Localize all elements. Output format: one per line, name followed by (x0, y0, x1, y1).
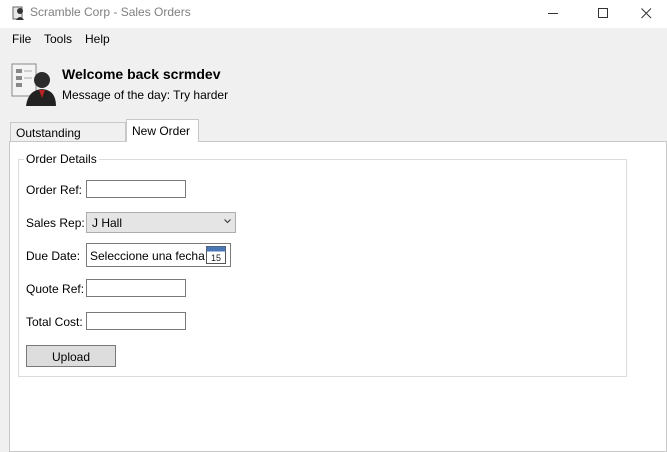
total-cost-input[interactable] (86, 312, 186, 330)
title-bar: Scramble Corp - Sales Orders (0, 0, 667, 26)
minimize-button[interactable] (531, 0, 576, 26)
quote-ref-input[interactable] (86, 279, 186, 297)
sales-rep-label: Sales Rep: (26, 216, 85, 230)
due-date-label: Due Date: (26, 249, 81, 263)
maximize-button[interactable] (581, 0, 626, 26)
app-icon (12, 6, 24, 20)
menu-file[interactable]: File (12, 32, 31, 46)
user-avatar-icon (11, 63, 56, 106)
order-ref-label: Order Ref: (26, 183, 83, 197)
chevron-down-icon (224, 219, 231, 224)
close-icon (641, 8, 652, 19)
menu-bar: File Tools Help (0, 28, 667, 50)
sales-rep-dropdown[interactable]: J Hall (86, 212, 236, 233)
quote-ref-label: Quote Ref: (26, 282, 85, 296)
calendar-day-text: 15 (211, 253, 221, 263)
minimize-icon (548, 13, 558, 14)
menu-help[interactable]: Help (85, 32, 110, 46)
window-title: Scramble Corp - Sales Orders (30, 5, 191, 19)
message-of-the-day: Message of the day: Try harder (62, 88, 229, 102)
sales-rep-selected: J Hall (92, 216, 123, 230)
welcome-heading: Welcome back scrmdev (62, 66, 221, 82)
order-details-title: Order Details (24, 152, 99, 166)
upload-button[interactable]: Upload (26, 345, 116, 367)
menu-tools[interactable]: Tools (44, 32, 72, 46)
calendar-icon[interactable]: 15 (206, 246, 226, 264)
due-date-placeholder: Seleccione una fecha (90, 249, 205, 263)
tab-outstanding-orders[interactable]: Outstanding Orders (10, 122, 126, 154)
due-date-picker[interactable]: Seleccione una fecha 15 (86, 243, 231, 267)
close-button[interactable] (624, 0, 667, 26)
tab-new-order[interactable]: New Order (126, 119, 199, 142)
total-cost-label: Total Cost: (26, 315, 83, 329)
maximize-icon (598, 8, 608, 18)
order-ref-input[interactable] (86, 180, 186, 198)
